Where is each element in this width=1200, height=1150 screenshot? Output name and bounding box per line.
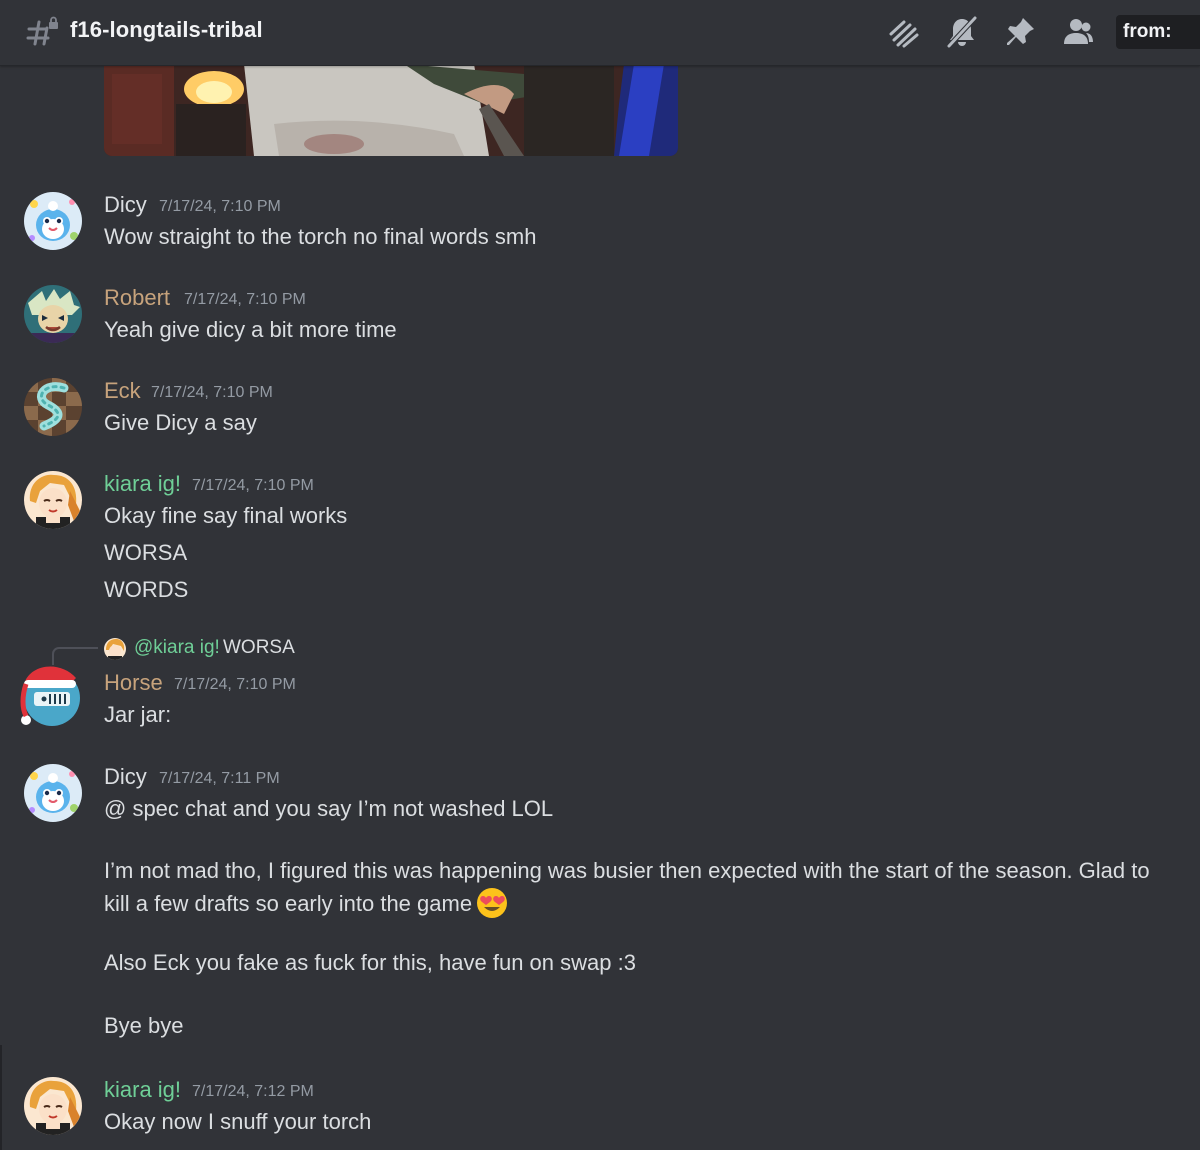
avatar[interactable] (24, 471, 82, 529)
message-text: @ spec chat and you say I’m not washed L… (104, 796, 554, 821)
timestamp: 7/17/24, 7:10 PM (159, 198, 281, 215)
avatar[interactable] (24, 285, 82, 343)
timestamp: 7/17/24, 7:10 PM (174, 676, 296, 693)
username[interactable]: kiara ig! (104, 471, 181, 497)
message-text: Yeah give dicy a bit more time (104, 317, 397, 342)
message-text: Okay fine say final works (104, 503, 348, 528)
pin-icon[interactable] (1002, 14, 1038, 50)
avatar[interactable] (24, 378, 82, 436)
timestamp: 7/17/24, 7:11 PM (159, 770, 280, 787)
reply-mention[interactable]: @kiara ig! (134, 637, 220, 659)
message-text: WORSA (104, 540, 188, 565)
message-text: Give Dicy a say (104, 410, 257, 435)
username[interactable]: Eck (104, 378, 141, 404)
members-icon[interactable] (1060, 14, 1096, 50)
avatar[interactable] (24, 1077, 82, 1135)
search-prefix: from: (1123, 21, 1172, 42)
message-text-span: I’m not mad tho, I figured this was happ… (104, 858, 1150, 916)
timestamp: 7/17/24, 7:12 PM (192, 1083, 314, 1100)
message-text: Also Eck you fake as fuck for this, have… (104, 950, 636, 975)
avatar[interactable] (20, 662, 84, 726)
image-attachment[interactable] (104, 64, 678, 156)
heart-eyes-emoji[interactable] (475, 886, 509, 920)
window-edge (0, 1045, 2, 1150)
username[interactable]: kiara ig! (104, 1077, 181, 1103)
message-text: Jar jar: (104, 702, 172, 727)
message-text: WORDS (104, 577, 189, 602)
mute-bell-icon[interactable] (944, 14, 980, 50)
avatar[interactable] (24, 192, 82, 250)
channel-name: f16-longtails-tribal (70, 17, 263, 42)
username[interactable]: Dicy (104, 192, 147, 218)
username[interactable]: Dicy (104, 764, 147, 790)
reply-preview-text[interactable]: WORSA (223, 637, 295, 659)
avatar[interactable] (24, 764, 82, 822)
channel-header: f16-longtails-tribal from: (0, 0, 1200, 66)
username[interactable]: Horse (104, 670, 163, 696)
timestamp: 7/17/24, 7:10 PM (192, 477, 314, 494)
discord-window: f16-longtails-tribal from: Dicy 7/17/24,… (0, 0, 1200, 1150)
message-text: Wow straight to the torch no final words… (104, 224, 537, 249)
username[interactable]: Robert (104, 285, 170, 311)
reply-avatar[interactable] (104, 638, 126, 660)
timestamp: 7/17/24, 7:10 PM (184, 291, 306, 308)
text-channel-locked-icon (24, 14, 60, 50)
threads-icon[interactable] (886, 14, 922, 50)
message-text: Bye bye (104, 1013, 184, 1038)
message-text: I’m not mad tho, I figured this was happ… (104, 855, 1164, 920)
timestamp: 7/17/24, 7:10 PM (151, 384, 273, 401)
message-text: Okay now I snuff your torch (104, 1109, 372, 1134)
search-input[interactable]: from: (1116, 15, 1200, 49)
